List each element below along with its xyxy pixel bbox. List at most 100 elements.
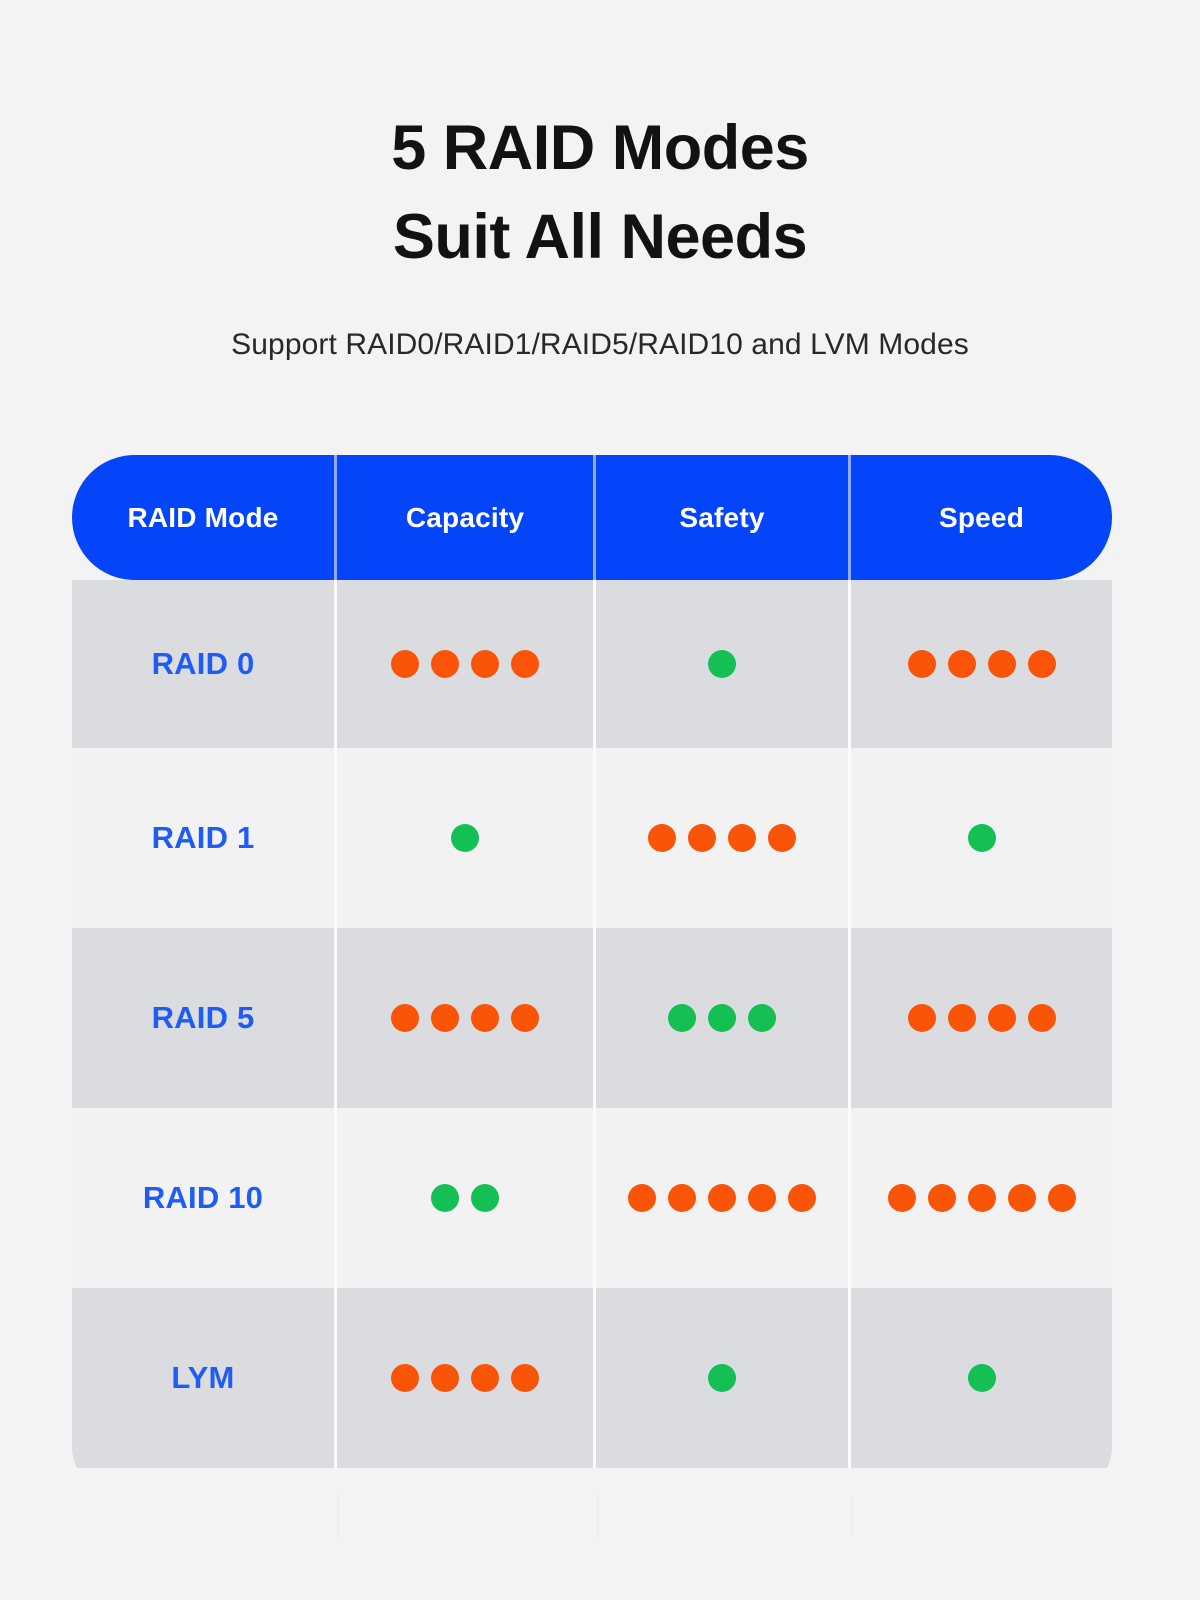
cell-speed [851, 928, 1112, 1108]
safety-rating-dots [708, 1364, 736, 1392]
speed-rating-dots [887, 1184, 1076, 1212]
table-row: RAID 5 [72, 928, 1112, 1108]
hero-section: 5 RAID Modes Suit All Needs Support RAID… [0, 0, 1200, 364]
raid-mode-label: RAID 10 [142, 1180, 264, 1215]
rating-dot-orange [511, 650, 539, 678]
rating-dot-green [708, 650, 736, 678]
rating-dot-green [967, 1364, 996, 1392]
rating-dot-orange [471, 1004, 499, 1032]
rating-dot-orange [947, 650, 976, 678]
cell-capacity [337, 580, 596, 748]
rating-dot-orange [471, 650, 499, 678]
speed-rating-dots [967, 1364, 996, 1392]
cell-raid-mode: RAID 1 [72, 748, 337, 928]
capacity-rating-dots [391, 1364, 539, 1392]
raid-mode-label: RAID 1 [151, 820, 255, 855]
rating-dot-orange [927, 1184, 956, 1212]
rating-dot-orange [431, 1004, 459, 1032]
rating-dot-orange [511, 1364, 539, 1392]
speed-rating-dots [907, 1004, 1056, 1032]
cell-speed [851, 1108, 1112, 1288]
table-row: LYM [72, 1288, 1112, 1468]
rating-dot-orange [688, 824, 716, 852]
rating-dot-green [708, 1004, 736, 1032]
cell-raid-mode: RAID 10 [72, 1108, 337, 1288]
raid-mode-label: RAID 0 [151, 646, 255, 681]
page-title-line-2: Suit All Needs [392, 202, 808, 273]
divider-stub [337, 1495, 340, 1537]
table-bottom-divider-stubs [72, 1495, 1112, 1600]
rating-dot-orange [628, 1184, 656, 1212]
cell-capacity [337, 928, 596, 1108]
rating-dot-orange [648, 824, 676, 852]
rating-dot-orange [708, 1184, 736, 1212]
rating-dot-orange [748, 1184, 776, 1212]
raid-mode-label: LYM [171, 1360, 235, 1395]
cell-speed [851, 1288, 1112, 1468]
safety-rating-dots [628, 1184, 816, 1212]
page-title: 5 RAID Modes Suit All Needs [0, 104, 1200, 283]
cell-speed [851, 580, 1112, 748]
rating-dot-orange [1027, 650, 1056, 678]
raid-mode-label: RAID 5 [151, 1000, 255, 1035]
rating-dot-orange [987, 650, 1016, 678]
rating-dot-orange [431, 1364, 459, 1392]
rating-dot-orange [511, 1004, 539, 1032]
speed-rating-dots [967, 824, 996, 852]
rating-dot-green [471, 1184, 499, 1212]
page-title-line-1: 5 RAID Modes [391, 113, 809, 183]
rating-dot-orange [728, 824, 756, 852]
rating-dot-orange [668, 1184, 696, 1212]
cell-speed [851, 748, 1112, 928]
rating-dot-orange [1047, 1184, 1076, 1212]
rating-dot-green [967, 824, 996, 852]
rating-dot-orange [987, 1004, 1016, 1032]
cell-capacity [337, 1108, 596, 1288]
cell-safety [596, 580, 851, 748]
divider-stub [596, 1495, 599, 1537]
rating-dot-green [708, 1364, 736, 1392]
cell-raid-mode: LYM [72, 1288, 337, 1468]
safety-rating-dots [708, 650, 736, 678]
rating-dot-orange [1027, 1004, 1056, 1032]
cell-safety [596, 1288, 851, 1468]
rating-dot-green [668, 1004, 696, 1032]
cell-raid-mode: RAID 0 [72, 580, 337, 748]
rating-dot-orange [887, 1184, 916, 1212]
capacity-rating-dots [451, 824, 479, 852]
cell-safety [596, 748, 851, 928]
cell-safety [596, 928, 851, 1108]
rating-dot-orange [967, 1184, 996, 1212]
table-row: RAID 1 [72, 748, 1112, 928]
rating-dot-orange [391, 650, 419, 678]
rating-dot-green [431, 1184, 459, 1212]
rating-dot-orange [431, 650, 459, 678]
rating-dot-orange [1007, 1184, 1036, 1212]
table-row: RAID 0 [72, 580, 1112, 748]
rating-dot-orange [947, 1004, 976, 1032]
table-row: RAID 10 [72, 1108, 1112, 1288]
page-subtitle: Support RAID0/RAID1/RAID5/RAID10 and LVM… [231, 327, 969, 361]
capacity-rating-dots [391, 650, 539, 678]
rating-dot-orange [788, 1184, 816, 1212]
divider-stub [851, 1495, 854, 1537]
rating-dot-orange [391, 1004, 419, 1032]
cell-safety [596, 1108, 851, 1288]
rating-dot-orange [907, 650, 936, 678]
rating-dot-green [451, 824, 479, 852]
capacity-rating-dots [391, 1004, 539, 1032]
capacity-rating-dots [431, 1184, 499, 1212]
rating-dot-orange [768, 824, 796, 852]
cell-capacity [337, 1288, 596, 1468]
table-body: RAID 0 RAID 1 RAID 5 RAID 10 LYM [72, 455, 1112, 1490]
raid-comparison-table: RAID Mode Capacity Safety Speed RAID 0 RA… [72, 455, 1112, 1490]
speed-rating-dots [907, 650, 1056, 678]
rating-dot-green [748, 1004, 776, 1032]
safety-rating-dots [648, 824, 796, 852]
safety-rating-dots [668, 1004, 776, 1032]
rating-dot-orange [907, 1004, 936, 1032]
cell-raid-mode: RAID 5 [72, 928, 337, 1108]
rating-dot-orange [391, 1364, 419, 1392]
cell-capacity [337, 748, 596, 928]
rating-dot-orange [471, 1364, 499, 1392]
